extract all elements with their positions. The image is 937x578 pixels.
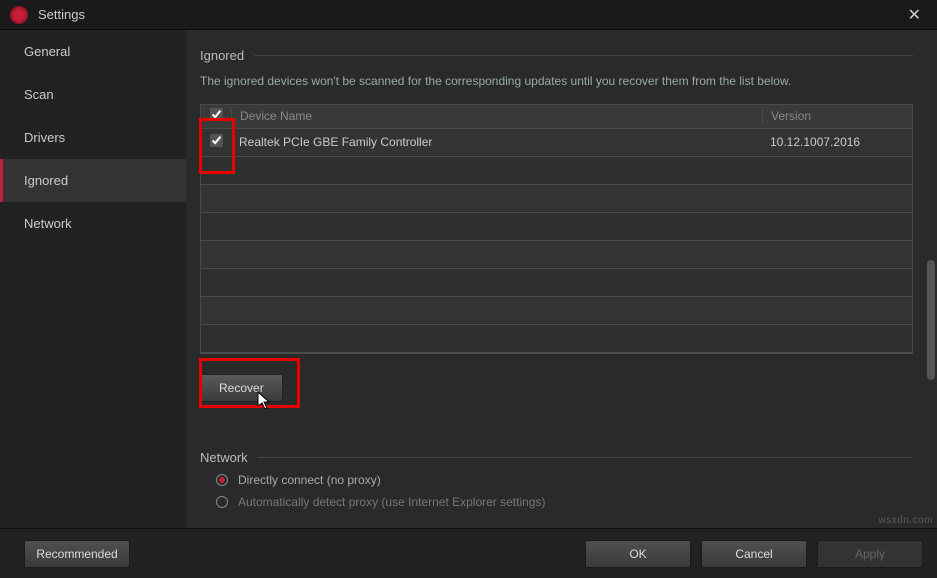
footer: Recommended OK Cancel Apply bbox=[0, 528, 937, 578]
close-icon[interactable]: ✕ bbox=[902, 5, 927, 25]
sidebar-item-network[interactable]: Network bbox=[0, 202, 186, 245]
sidebar-item-label: Network bbox=[24, 216, 72, 231]
heading-text: Network bbox=[200, 450, 248, 465]
heading-text: Ignored bbox=[200, 48, 244, 63]
table-row-empty bbox=[201, 157, 912, 185]
radio-label: Directly connect (no proxy) bbox=[238, 473, 381, 487]
titlebar: Settings ✕ bbox=[0, 0, 937, 30]
window-title: Settings bbox=[38, 7, 902, 22]
main-panel: Ignored The ignored devices won't be sca… bbox=[186, 30, 937, 528]
section-heading-ignored: Ignored bbox=[200, 48, 913, 63]
header-checkbox-cell bbox=[201, 108, 231, 124]
row-version: 10.12.1007.2016 bbox=[762, 135, 912, 149]
sidebar-item-drivers[interactable]: Drivers bbox=[0, 116, 186, 159]
column-header-version[interactable]: Version bbox=[762, 109, 912, 123]
table-row-empty bbox=[201, 185, 912, 213]
row-device-name: Realtek PCIe GBE Family Controller bbox=[231, 135, 762, 149]
radio-direct-connect[interactable]: Directly connect (no proxy) bbox=[216, 473, 913, 487]
radio-icon bbox=[216, 496, 228, 508]
table-row-empty bbox=[201, 297, 912, 325]
table-row-empty bbox=[201, 213, 912, 241]
table-row-empty bbox=[201, 241, 912, 269]
table-header: Device Name Version bbox=[201, 105, 912, 129]
scrollbar-thumb[interactable] bbox=[927, 260, 935, 380]
cancel-button[interactable]: Cancel bbox=[701, 540, 807, 568]
section-description: The ignored devices won't be scanned for… bbox=[200, 73, 913, 90]
scrollbar[interactable] bbox=[927, 60, 935, 478]
apply-button[interactable]: Apply bbox=[817, 540, 923, 568]
radio-auto-proxy[interactable]: Automatically detect proxy (use Internet… bbox=[216, 495, 913, 509]
radio-label: Automatically detect proxy (use Internet… bbox=[238, 495, 545, 509]
table-row-empty bbox=[201, 325, 912, 353]
section-heading-network: Network bbox=[200, 450, 913, 465]
sidebar: General Scan Drivers Ignored Network bbox=[0, 30, 186, 528]
watermark: wsxdn.com bbox=[878, 515, 933, 526]
table-row[interactable]: Realtek PCIe GBE Family Controller 10.12… bbox=[201, 129, 912, 157]
ok-button[interactable]: OK bbox=[585, 540, 691, 568]
sidebar-item-label: General bbox=[24, 44, 70, 59]
sidebar-item-label: Ignored bbox=[24, 173, 68, 188]
divider bbox=[254, 55, 913, 56]
select-all-checkbox[interactable] bbox=[210, 108, 223, 121]
column-header-name[interactable]: Device Name bbox=[231, 109, 762, 123]
table-row-empty bbox=[201, 269, 912, 297]
sidebar-item-ignored[interactable]: Ignored bbox=[0, 159, 186, 202]
sidebar-item-label: Drivers bbox=[24, 130, 65, 145]
recommended-button[interactable]: Recommended bbox=[24, 540, 130, 568]
row-checkbox-cell bbox=[201, 134, 231, 150]
sidebar-item-label: Scan bbox=[24, 87, 54, 102]
app-icon bbox=[10, 6, 28, 24]
radio-icon bbox=[216, 474, 228, 486]
divider bbox=[258, 457, 913, 458]
ignored-table: Device Name Version Realtek PCIe GBE Fam… bbox=[200, 104, 913, 354]
network-section: Network Directly connect (no proxy) Auto… bbox=[200, 450, 913, 509]
sidebar-item-scan[interactable]: Scan bbox=[0, 73, 186, 116]
row-checkbox[interactable] bbox=[210, 134, 223, 147]
sidebar-item-general[interactable]: General bbox=[0, 30, 186, 73]
recover-button[interactable]: Recover bbox=[200, 374, 283, 402]
